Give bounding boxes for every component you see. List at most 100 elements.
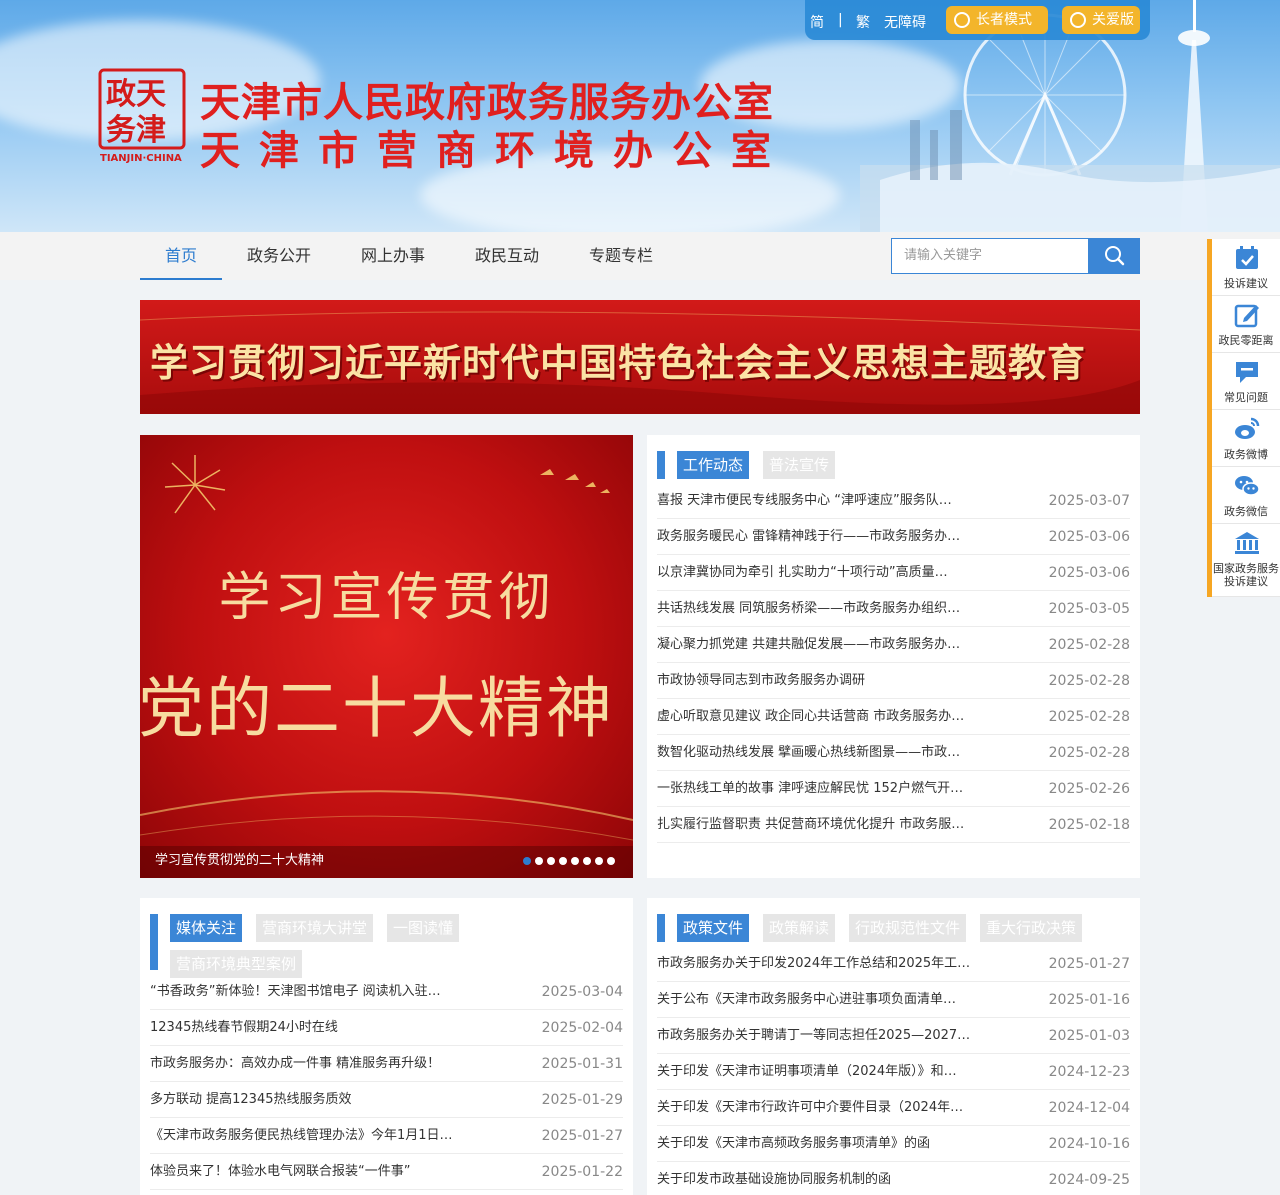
news-title[interactable]: 一张热线工单的故事 津呼速应解民忧 152户燃气开… <box>657 771 963 807</box>
news-row[interactable]: 关于印发《天津市证明事项清单（2024年版）》和… 2024-12-23 <box>657 1054 1130 1090</box>
float-citizen-contact[interactable]: 政民零距离 <box>1212 296 1280 353</box>
theme-education-text: 学习贯彻习近平新时代中国特色社会主义思想主题教育 <box>150 341 1087 385</box>
news-row[interactable]: 数智化驱动热线发展 擘画暖心热线新图景——市政… 2025-02-28 <box>657 735 1130 771</box>
tab-normative-documents[interactable]: 行政规范性文件 <box>849 914 967 942</box>
news-title[interactable]: 《天津市政务服务便民热线管理办法》今年1月1日… <box>150 1118 453 1154</box>
news-row[interactable]: 《天津市政务服务便民热线管理办法》今年1月1日… 2025-01-27 <box>150 1118 623 1154</box>
news-title[interactable]: 多方联动 提高12345热线服务质效 <box>150 1082 352 1118</box>
news-title[interactable]: 关于印发《天津市高频政务服务事项清单》的函 <box>657 1126 930 1162</box>
news-row[interactable]: 关于印发《天津市高频政务服务事项清单》的函 2024-10-16 <box>657 1126 1130 1162</box>
carousel-dot[interactable] <box>523 857 531 865</box>
care-edition-button[interactable]: 关爱版 <box>1062 6 1140 34</box>
news-row[interactable]: 喜报 天津市便民专线服务中心 “津呼速应”服务队… 2025-03-07 <box>657 483 1130 519</box>
float-wechat[interactable]: 政务微信 <box>1212 467 1280 524</box>
news-row[interactable]: 一张热线工单的故事 津呼速应解民忧 152户燃气开… 2025-02-26 <box>657 771 1130 807</box>
news-title[interactable]: 关于印发市政基础设施协同服务机制的函 <box>657 1162 891 1195</box>
news-title[interactable]: 扎实履行监督职责 共促营商环境优化提升 市政务服… <box>657 807 964 843</box>
carousel-dot[interactable] <box>583 857 591 865</box>
news-date: 2025-03-04 <box>541 984 623 1000</box>
news-title[interactable]: 体验员来了！体验水电气网联合报装“一件事” <box>150 1154 410 1190</box>
news-row[interactable]: 12345热线春节假期24小时在线 2025-02-04 <box>150 1010 623 1046</box>
nav-online-services[interactable]: 网上办事 <box>348 232 438 280</box>
theme-education-banner[interactable]: 学习贯彻习近平新时代中国特色社会主义思想主题教育 <box>140 300 1140 414</box>
news-row[interactable]: 以京津冀协同为牵引 扎实助力“十项行动”高质量… 2025-03-06 <box>657 555 1130 591</box>
news-date: 2025-03-07 <box>1048 493 1130 509</box>
svg-text:务津: 务津 <box>106 113 166 148</box>
news-date: 2025-01-22 <box>541 1164 623 1180</box>
news-title[interactable]: 关于印发《天津市行政许可中介要件目录（2024年… <box>657 1090 963 1126</box>
news-title[interactable]: 政务服务暖民心 雷锋精神践于行——市政务服务办… <box>657 519 960 555</box>
news-title[interactable]: 市政协领导同志到市政务服务办调研 <box>657 663 865 699</box>
tab-legal-publicity[interactable]: 普法宣传 <box>763 451 836 479</box>
carousel-dot[interactable] <box>559 857 567 865</box>
floating-service-bar: 投诉建议 政民零距离 常见问题 政务微博 政务微信 国家政务服务投诉建议 <box>1207 239 1280 597</box>
news-row[interactable]: 市政务服务办关于印发2024年工作总结和2025年工… 2025-01-27 <box>657 946 1130 982</box>
carousel-dot[interactable] <box>535 857 543 865</box>
search-button[interactable] <box>1089 238 1140 274</box>
tab-business-lecture[interactable]: 营商环境大讲堂 <box>256 914 374 942</box>
news-row[interactable]: 共话热线发展 同筑服务桥梁——市政务服务办组织… 2025-03-05 <box>657 591 1130 627</box>
float-national-complaint[interactable]: 国家政务服务投诉建议 <box>1212 524 1280 597</box>
traditional-chinese-link[interactable]: 繁 <box>856 12 870 32</box>
news-row[interactable]: 市政协领导同志到市政务服务办调研 2025-02-28 <box>657 663 1130 699</box>
news-title[interactable]: 市政务服务办：高效办成一件事 精准服务再升级！ <box>150 1046 440 1082</box>
simplified-chinese-link[interactable]: 简 <box>810 12 824 32</box>
accessibility-link[interactable]: 无障碍 <box>884 12 926 32</box>
news-date: 2025-02-28 <box>1048 745 1130 761</box>
news-title[interactable]: 关于印发《天津市证明事项清单（2024年版）》和… <box>657 1054 957 1090</box>
tab-major-decisions[interactable]: 重大行政决策 <box>980 914 1083 942</box>
news-row[interactable]: “书香政务”新体验！天津图书馆电子 阅读机入驻… 2025-03-04 <box>150 974 623 1010</box>
svg-text:TIANJIN·CHINA: TIANJIN·CHINA <box>100 153 182 164</box>
tab-work-dynamics[interactable]: 工作动态 <box>677 451 750 479</box>
float-faq[interactable]: 常见问题 <box>1212 353 1280 410</box>
elder-mode-label: 长者模式 <box>976 12 1032 28</box>
float-weibo[interactable]: 政务微博 <box>1212 410 1280 467</box>
search-input[interactable]: 请输入关键字 <box>891 238 1089 274</box>
tab-media-attention[interactable]: 媒体关注 <box>170 914 243 942</box>
news-row[interactable]: 关于印发市政基础设施协同服务机制的函 2024-09-25 <box>657 1162 1130 1195</box>
news-row[interactable]: 市政务服务办：高效办成一件事 精准服务再升级！ 2025-01-31 <box>150 1046 623 1082</box>
news-title[interactable]: 12345热线春节假期24小时在线 <box>150 1010 338 1046</box>
news-title[interactable]: 市政务服务办关于聘请丁一等同志担任2025—2027… <box>657 1018 970 1054</box>
care-icon <box>1070 12 1086 28</box>
calendar-check-icon <box>1236 246 1258 269</box>
nav-home[interactable]: 首页 <box>140 232 222 280</box>
tab-policy-documents[interactable]: 政策文件 <box>677 914 750 942</box>
news-row[interactable]: 体验员来了！体验水电气网联合报装“一件事” 2025-01-22 <box>150 1154 623 1190</box>
nav-special-topics[interactable]: 专题专栏 <box>576 232 666 280</box>
news-date: 2024-09-25 <box>1048 1172 1130 1188</box>
news-title[interactable]: 市政务服务办关于印发2024年工作总结和2025年工… <box>657 946 970 982</box>
news-row[interactable]: 市政务服务办关于聘请丁一等同志担任2025—2027… 2025-01-03 <box>657 1018 1130 1054</box>
elder-icon <box>954 12 970 28</box>
carousel-dot[interactable] <box>547 857 555 865</box>
news-row[interactable]: 政务服务暖民心 雷锋精神践于行——市政务服务办… 2025-03-06 <box>657 519 1130 555</box>
nav-interaction[interactable]: 政民互动 <box>462 232 552 280</box>
news-row[interactable]: 虚心听取意见建议 政企同心共话营商 市政务服务办… 2025-02-28 <box>657 699 1130 735</box>
news-title[interactable]: 共话热线发展 同筑服务桥梁——市政务服务办组织… <box>657 591 960 627</box>
news-row[interactable]: 扎实履行监督职责 共促营商环境优化提升 市政务服… 2025-02-18 <box>657 807 1130 843</box>
float-label: 政务微信 <box>1224 505 1268 518</box>
svg-text:政天: 政天 <box>106 77 166 112</box>
news-row[interactable]: 多方联动 提高12345热线服务质效 2025-01-29 <box>150 1082 623 1118</box>
panel-accent-bar <box>657 914 665 942</box>
news-title[interactable]: 喜报 天津市便民专线服务中心 “津呼速应”服务队… <box>657 483 952 519</box>
float-label: 常见问题 <box>1224 391 1268 404</box>
news-title[interactable]: 虚心听取意见建议 政企同心共话营商 市政务服务办… <box>657 699 964 735</box>
float-complaint-suggestion[interactable]: 投诉建议 <box>1212 239 1280 296</box>
tab-policy-interpretation[interactable]: 政策解读 <box>763 914 836 942</box>
carousel-dot[interactable] <box>607 857 615 865</box>
news-row[interactable]: 凝心聚力抓党建 共建共融促发展——市政务服务办… 2025-02-28 <box>657 627 1130 663</box>
news-title[interactable]: “书香政务”新体验！天津图书馆电子 阅读机入驻… <box>150 974 441 1010</box>
news-title[interactable]: 以京津冀协同为牵引 扎实助力“十项行动”高质量… <box>657 555 948 591</box>
nav-gov-affairs[interactable]: 政务公开 <box>234 232 324 280</box>
elder-mode-button[interactable]: 长者模式 <box>946 6 1048 34</box>
news-title[interactable]: 关于公布《天津市政务服务中心进驻事项负面清单… <box>657 982 956 1018</box>
news-row[interactable]: 关于公布《天津市政务服务中心进驻事项负面清单… 2025-01-16 <box>657 982 1130 1018</box>
news-title[interactable]: 凝心聚力抓党建 共建共融促发展——市政务服务办… <box>657 627 960 663</box>
news-title[interactable]: 数智化驱动热线发展 擘画暖心热线新图景——市政… <box>657 735 960 771</box>
news-date: 2025-02-18 <box>1048 817 1130 833</box>
tab-infographic[interactable]: 一图读懂 <box>387 914 460 942</box>
carousel-dot[interactable] <box>571 857 579 865</box>
carousel-dot[interactable] <box>595 857 603 865</box>
news-row[interactable]: 关于印发《天津市行政许可中介要件目录（2024年… 2024-12-04 <box>657 1090 1130 1126</box>
